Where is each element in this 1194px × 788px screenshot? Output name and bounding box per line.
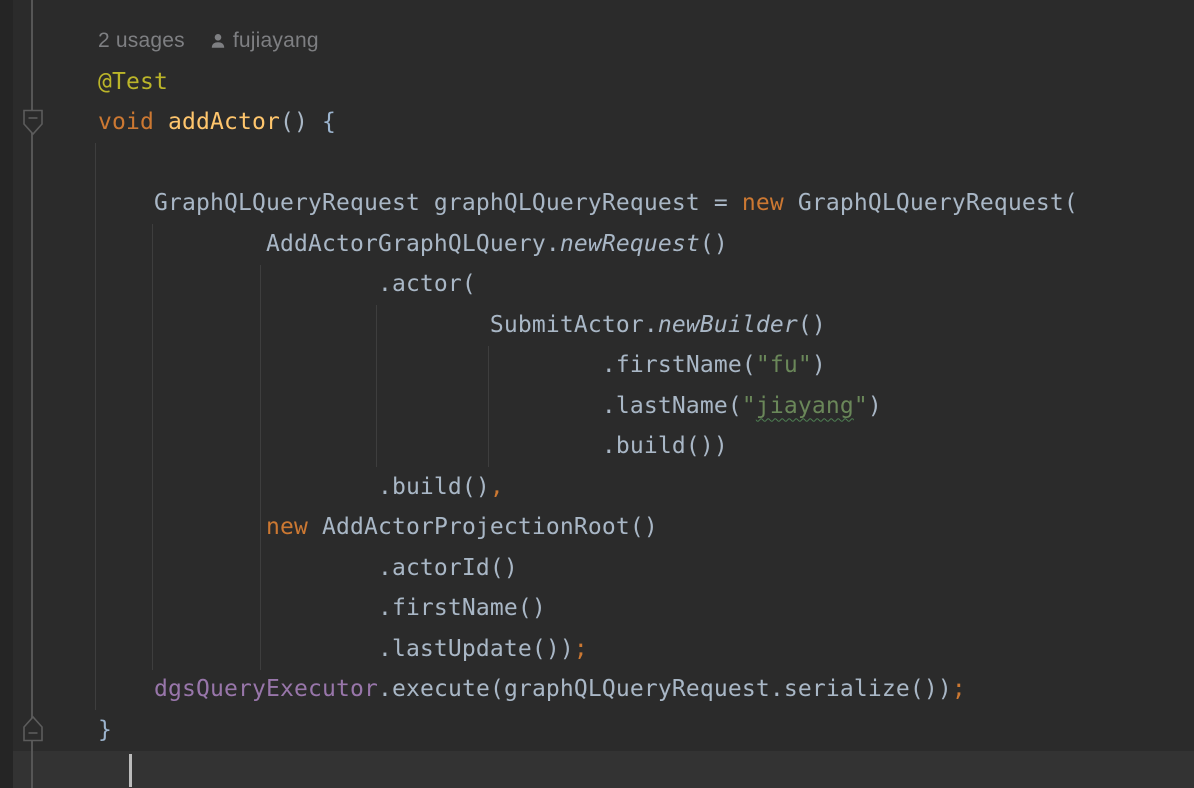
code-line[interactable]: SubmitActor.newBuilder() [98,305,1194,346]
semicolon: ; [952,676,966,702]
code-line-empty[interactable] [98,143,1194,184]
semicolon: ; [574,636,588,662]
code-line[interactable]: .lastUpdate()); [98,629,1194,670]
code-line[interactable]: dgsQueryExecutor.execute(graphQLQueryReq… [98,669,1194,710]
text-caret [129,754,132,787]
user-icon [209,32,227,50]
method-name: addActor [168,109,280,135]
string-literal-typo: jiayang [756,393,854,419]
keyword-new: new [266,514,308,540]
keyword-void: void [98,109,154,135]
annotation-test: @Test [98,69,168,95]
code-line[interactable]: .build()) [98,426,1194,467]
fold-collapse-end-icon[interactable] [21,714,45,742]
code-line[interactable]: .actor( [98,264,1194,305]
usages-hint[interactable]: 2 usages [98,21,185,62]
keyword-new: new [742,190,784,216]
code-line[interactable]: .firstName() [98,588,1194,629]
string-literal: "fu" [756,352,812,378]
close-brace: } [98,717,112,743]
ide-editor: 2 usages fujiayang @Test void addActor()… [0,0,1194,788]
code-line[interactable]: .actorId() [98,548,1194,589]
author-hint[interactable]: fujiayang [233,21,319,62]
code-line-inlay-hints: 2 usages fujiayang [98,21,1194,62]
field-reference: dgsQueryExecutor [154,676,378,702]
static-method-call: newRequest [560,231,700,257]
editor-left-edge [0,0,13,788]
code-line-empty-caret[interactable] [98,750,1194,788]
comma: , [490,474,504,500]
code-line[interactable]: GraphQLQueryRequest graphQLQueryRequest … [98,183,1194,224]
open-brace: { [322,109,336,135]
code-line[interactable]: new AddActorProjectionRoot() [98,507,1194,548]
code-line[interactable]: @Test [98,62,1194,103]
code-line[interactable]: void addActor() { [98,102,1194,143]
code-line[interactable]: } [98,710,1194,751]
code-editor-area[interactable]: 2 usages fujiayang @Test void addActor()… [98,21,1194,788]
code-line[interactable]: AddActorGraphQLQuery.newRequest() [98,224,1194,265]
static-method-call: newBuilder [658,312,798,338]
indent-guide [95,143,96,710]
code-line[interactable]: .firstName("fu") [98,345,1194,386]
code-line[interactable]: .build(), [98,467,1194,508]
fold-collapse-start-icon[interactable] [21,109,45,137]
code-line[interactable]: .lastName("jiayang") [98,386,1194,427]
